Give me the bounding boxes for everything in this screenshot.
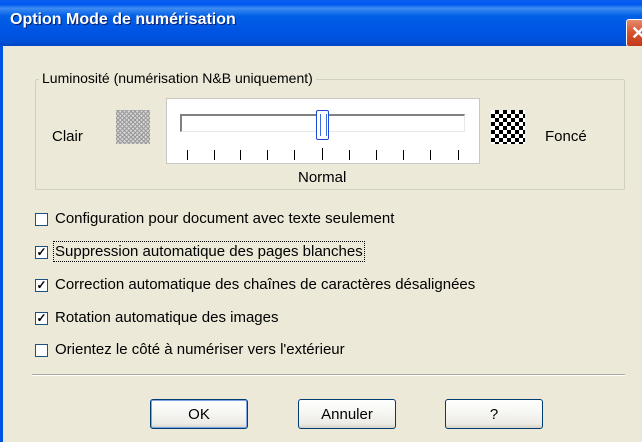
dark-label: Foncé bbox=[545, 128, 587, 145]
light-label: Clair bbox=[52, 128, 83, 145]
option-blank-page-removal-label: Suppression automatique des pages blanch… bbox=[53, 241, 365, 262]
close-icon: ✕ bbox=[631, 23, 642, 43]
cancel-button[interactable]: Annuler bbox=[298, 399, 396, 429]
dialog-title: Option Mode de numérisation bbox=[10, 11, 236, 28]
slider-tick bbox=[376, 150, 377, 160]
title-bar: Option Mode de numérisation ✕ bbox=[0, 0, 642, 47]
dark-pattern-icon bbox=[491, 110, 525, 144]
checkbox[interactable]: ✓ bbox=[35, 246, 48, 259]
option-deskew-label: Correction automatique des chaînes de ca… bbox=[55, 276, 476, 293]
checkbox[interactable] bbox=[35, 344, 48, 357]
scan-mode-dialog: Option Mode de numérisation ✕ Luminosité… bbox=[0, 0, 642, 442]
ok-button[interactable]: OK bbox=[150, 399, 248, 429]
option-text-only-label: Configuration pour document avec texte s… bbox=[55, 210, 395, 227]
help-button[interactable]: ? bbox=[445, 399, 543, 429]
slider-tick bbox=[349, 150, 350, 160]
checkbox[interactable]: ✓ bbox=[35, 312, 48, 325]
brightness-group-label: Luminosité (numérisation N&B uniquement) bbox=[39, 70, 316, 86]
close-button[interactable]: ✕ bbox=[626, 19, 642, 47]
normal-label: Normal bbox=[298, 169, 347, 186]
slider-tick bbox=[240, 150, 241, 160]
slider-tick bbox=[403, 150, 404, 160]
light-pattern-icon bbox=[116, 110, 150, 144]
slider-tick bbox=[187, 150, 188, 160]
slider-tick bbox=[458, 150, 459, 160]
slider-tick bbox=[214, 150, 215, 160]
option-auto-rotation-label: Rotation automatique des images bbox=[55, 309, 279, 326]
slider-tick bbox=[430, 150, 431, 160]
slider-tick-center bbox=[322, 148, 323, 160]
checkbox[interactable]: ✓ bbox=[35, 279, 48, 292]
button-separator bbox=[32, 374, 625, 376]
option-face-outward-label: Orientez le côté à numériser vers l'exté… bbox=[55, 341, 345, 358]
slider-tick bbox=[267, 150, 268, 160]
checkbox[interactable] bbox=[35, 213, 48, 226]
slider-tick bbox=[294, 150, 295, 160]
brightness-slider-thumb[interactable] bbox=[316, 110, 329, 140]
